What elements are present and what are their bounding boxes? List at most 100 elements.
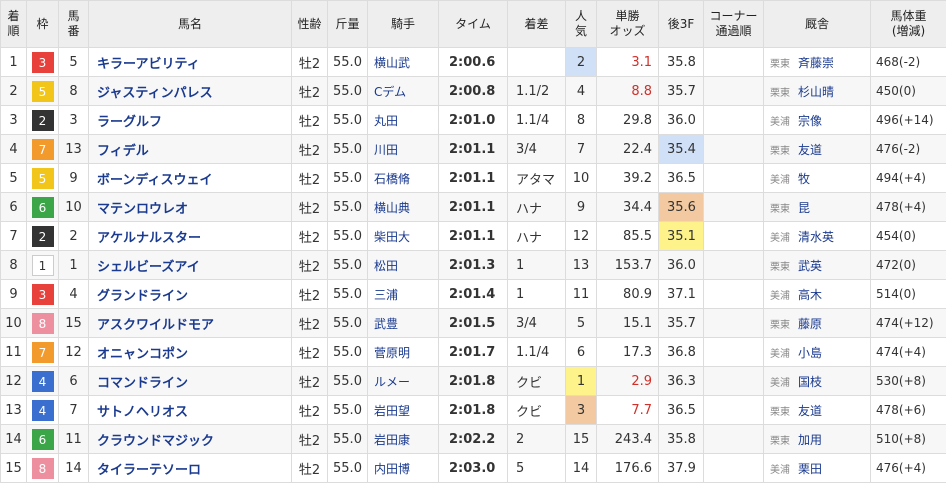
trainer-region: 栗東 (770, 436, 790, 447)
horse-name-link[interactable]: ジャスティンパレス (89, 77, 292, 106)
horse-name-link[interactable]: コマンドライン (89, 367, 292, 396)
corner-cell (704, 193, 764, 222)
header-corner: コーナー通過順 (704, 1, 764, 48)
horse-name-link[interactable]: タイラーテソーロ (89, 454, 292, 483)
header-label: 人 (575, 9, 587, 23)
header-trainer: 厩舎 (764, 1, 871, 48)
trainer-cell: 美浦清水英 (764, 222, 871, 251)
trainer-link[interactable]: 栗田 (798, 462, 822, 476)
table-row: 15814タイラーテソーロ牡255.0内田博2:03.0514176.637.9… (1, 454, 946, 483)
popularity-cell: 1 (566, 367, 597, 396)
trainer-link[interactable]: 武英 (798, 259, 822, 273)
trainer-link[interactable]: 宗像 (798, 114, 822, 128)
waku-cell: 5 (27, 164, 59, 193)
margin-cell: ハナ (508, 222, 566, 251)
popularity-cell: 4 (566, 77, 597, 106)
header-weight: 斤量 (328, 1, 368, 48)
trainer-cell: 栗東斉藤崇 (764, 48, 871, 77)
last-3f-cell: 36.3 (659, 367, 704, 396)
horse-number-cell: 14 (59, 454, 89, 483)
horse-name-link[interactable]: アケルナルスター (89, 222, 292, 251)
horse-name-link[interactable]: キラーアビリティ (89, 48, 292, 77)
trainer-cell: 栗東友道 (764, 396, 871, 425)
jockey-link[interactable]: 武豊 (368, 309, 439, 338)
body-weight-cell: 474(+4) (871, 338, 946, 367)
rank-cell: 1 (1, 48, 27, 77)
waku-badge: 1 (32, 255, 54, 276)
jockey-link[interactable]: 菅原明 (368, 338, 439, 367)
sex-age-cell: 牡2 (292, 77, 328, 106)
waku-badge: 5 (32, 81, 54, 102)
trainer-link[interactable]: 牧 (798, 172, 810, 186)
header-label: 着 (7, 9, 19, 23)
horse-number-cell: 4 (59, 280, 89, 309)
margin-cell: クビ (508, 396, 566, 425)
jockey-link[interactable]: 川田 (368, 135, 439, 164)
trainer-link[interactable]: 杉山晴 (798, 85, 834, 99)
rank-cell: 12 (1, 367, 27, 396)
horse-name-link[interactable]: クラウンドマジック (89, 425, 292, 454)
horse-name-link[interactable]: アスクワイルドモア (89, 309, 292, 338)
trainer-link[interactable]: 友道 (798, 143, 822, 157)
weight-cell: 55.0 (328, 425, 368, 454)
waku-badge: 3 (32, 284, 54, 305)
horse-name-link[interactable]: フィデル (89, 135, 292, 164)
last-3f-cell: 37.9 (659, 454, 704, 483)
popularity-cell: 14 (566, 454, 597, 483)
body-weight-cell: 496(+14) (871, 106, 946, 135)
waku-cell: 8 (27, 454, 59, 483)
weight-cell: 55.0 (328, 77, 368, 106)
trainer-link[interactable]: 清水英 (798, 230, 834, 244)
body-weight-cell: 510(+8) (871, 425, 946, 454)
horse-name-link[interactable]: ラーグルフ (89, 106, 292, 135)
jockey-link[interactable]: 横山武 (368, 48, 439, 77)
trainer-link[interactable]: 加用 (798, 433, 822, 447)
odds-cell: 85.5 (597, 222, 659, 251)
horse-name-link[interactable]: ボーンディスウェイ (89, 164, 292, 193)
last-3f-cell: 36.5 (659, 164, 704, 193)
jockey-link[interactable]: 岩田望 (368, 396, 439, 425)
horse-name-link[interactable]: オニャンコポン (89, 338, 292, 367)
trainer-link[interactable]: 国枝 (798, 375, 822, 389)
waku-badge: 4 (32, 400, 54, 421)
trainer-cell: 美浦牧 (764, 164, 871, 193)
trainer-link[interactable]: 斉藤崇 (798, 56, 834, 70)
corner-cell (704, 48, 764, 77)
jockey-link[interactable]: 横山典 (368, 193, 439, 222)
margin-cell: 3/4 (508, 309, 566, 338)
jockey-link[interactable]: 石橋脩 (368, 164, 439, 193)
trainer-link[interactable]: 藤原 (798, 317, 822, 331)
jockey-link[interactable]: Cデム (368, 77, 439, 106)
horse-name-link[interactable]: マテンロウレオ (89, 193, 292, 222)
margin-cell: 1.1/4 (508, 338, 566, 367)
trainer-cell: 美浦栗田 (764, 454, 871, 483)
jockey-link[interactable]: 松田 (368, 251, 439, 280)
jockey-link[interactable]: 岩田康 (368, 425, 439, 454)
sex-age-cell: 牡2 (292, 280, 328, 309)
last-3f-cell: 35.4 (659, 135, 704, 164)
jockey-link[interactable]: 柴田大 (368, 222, 439, 251)
trainer-link[interactable]: 高木 (798, 288, 822, 302)
trainer-region: 栗東 (770, 204, 790, 215)
trainer-link[interactable]: 小島 (798, 346, 822, 360)
trainer-region: 美浦 (770, 117, 790, 128)
jockey-link[interactable]: ルメー (368, 367, 439, 396)
header-label: 馬 (67, 9, 79, 23)
sex-age-cell: 牡2 (292, 251, 328, 280)
jockey-link[interactable]: 三浦 (368, 280, 439, 309)
jockey-link[interactable]: 丸田 (368, 106, 439, 135)
header-label: 後3F (668, 17, 695, 31)
waku-badge: 2 (32, 110, 54, 131)
horse-name-link[interactable]: グランドライン (89, 280, 292, 309)
jockey-link[interactable]: 内田博 (368, 454, 439, 483)
table-row: 6610マテンロウレオ牡255.0横山典2:01.1ハナ934.435.6栗東昆… (1, 193, 946, 222)
trainer-link[interactable]: 昆 (798, 201, 810, 215)
horse-name-link[interactable]: サトノヘリオス (89, 396, 292, 425)
trainer-region: 栗東 (770, 146, 790, 157)
weight-cell: 55.0 (328, 164, 368, 193)
trainer-link[interactable]: 友道 (798, 404, 822, 418)
margin-cell: クビ (508, 367, 566, 396)
horse-name-link[interactable]: シェルビーズアイ (89, 251, 292, 280)
margin-cell: 1.1/2 (508, 77, 566, 106)
sex-age-cell: 牡2 (292, 338, 328, 367)
